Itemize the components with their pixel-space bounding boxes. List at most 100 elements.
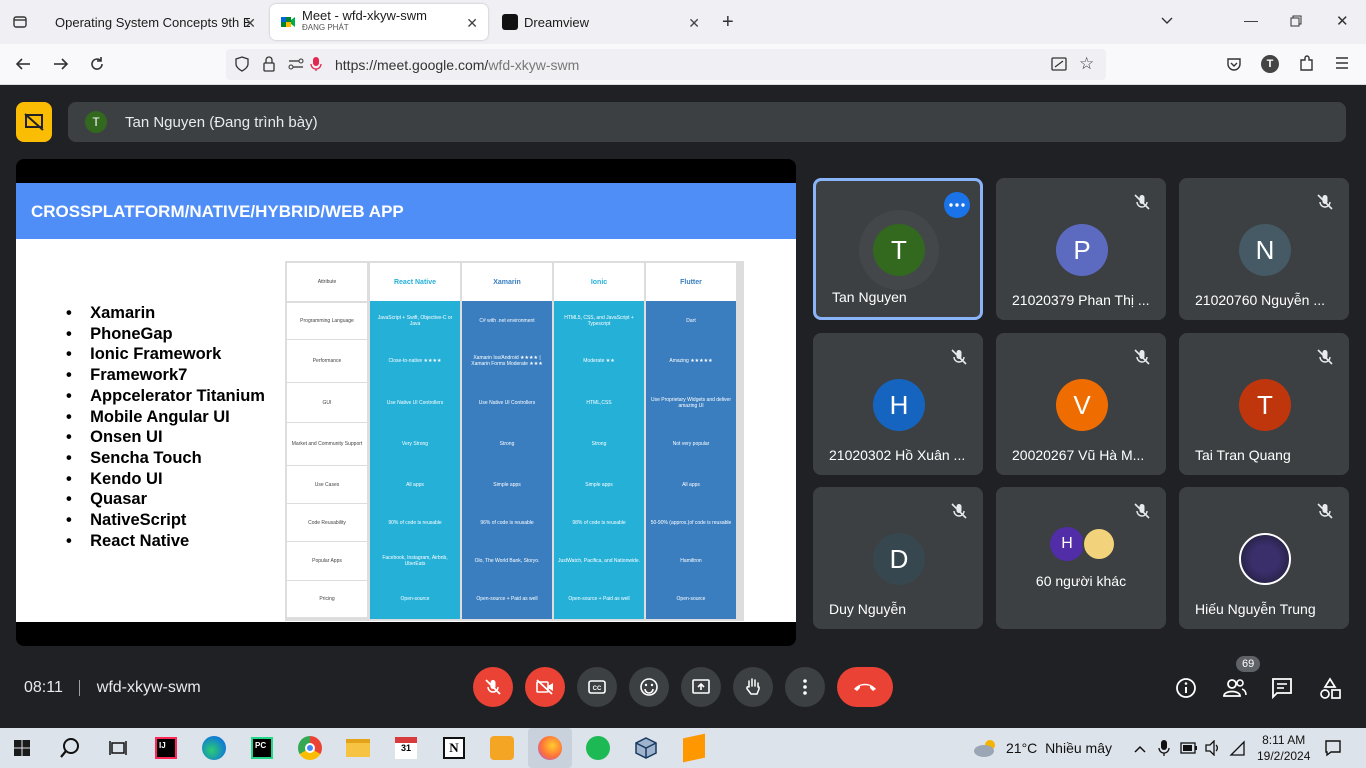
bullet-list: • Xamarin • PhoneGap • Ionic Framework •…: [66, 303, 265, 551]
more-options-icon[interactable]: [944, 192, 970, 218]
tab-subtitle: ĐANG PHÁT: [302, 23, 349, 32]
shield-icon[interactable]: [234, 56, 250, 77]
back-icon[interactable]: [14, 55, 32, 78]
microphone-off-button[interactable]: [473, 667, 513, 707]
battery-icon[interactable]: [1180, 741, 1198, 759]
table-cell: Moderate ★★: [583, 358, 615, 364]
wifi-icon[interactable]: [1228, 740, 1246, 761]
participant-tile[interactable]: V 20020267 Vũ Hà M...: [996, 333, 1166, 475]
meeting-info: 08:11 wfd-xkyw-swm: [24, 679, 201, 697]
meeting-details-icon[interactable]: [1174, 676, 1198, 705]
avatar: [1082, 527, 1116, 561]
table-cell: 90% of code is reusable: [388, 519, 442, 526]
microphone-tray-icon[interactable]: [1158, 739, 1170, 762]
file-explorer-icon[interactable]: [336, 728, 380, 768]
system-clock[interactable]: 8:11 AM 19/2/2024: [1257, 732, 1310, 764]
minimize-icon[interactable]: —: [1244, 12, 1258, 28]
close-icon[interactable]: ✕: [688, 15, 700, 32]
participant-name: 60 người khác: [1035, 573, 1127, 589]
firefox-icon[interactable]: [528, 728, 572, 768]
screen-share-indicator-icon[interactable]: [1051, 57, 1067, 76]
table-cell: Open-source: [676, 596, 706, 602]
search-icon[interactable]: [48, 728, 92, 768]
reactions-button[interactable]: [629, 667, 669, 707]
others-tile[interactable]: H 60 người khác: [996, 487, 1166, 629]
activities-icon[interactable]: [1318, 677, 1342, 706]
participant-tile[interactable]: T Tai Tran Quang: [1179, 333, 1349, 475]
spotify-icon[interactable]: [576, 728, 620, 768]
restore-icon[interactable]: [1290, 14, 1302, 32]
avatar: T: [1239, 379, 1291, 431]
permissions-icon[interactable]: [288, 57, 304, 76]
table-cell: Amazing ★★★★★: [669, 358, 713, 364]
participant-tile[interactable]: N 21020760 Nguyễn ...: [1179, 178, 1349, 320]
table-cell: Very Strong: [401, 441, 429, 447]
list-item: • Xamarin: [66, 304, 156, 322]
window-close-icon[interactable]: ✕: [1336, 12, 1349, 30]
task-view-icon[interactable]: [96, 728, 140, 768]
table-cell: 96% of code is reusable: [480, 519, 534, 526]
avatar: T: [873, 224, 925, 276]
people-icon[interactable]: [1222, 677, 1248, 704]
volume-icon[interactable]: [1204, 739, 1222, 761]
captions-button[interactable]: CC: [577, 667, 617, 707]
pycharm-icon[interactable]: PC: [240, 728, 284, 768]
presentation-stage: CROSSPLATFORM/NATIVE/HYBRID/WEB APP • Xa…: [16, 159, 796, 646]
chat-icon[interactable]: [1270, 677, 1294, 704]
participant-name: 21020302 Hồ Xuân ...: [829, 447, 966, 463]
notification-icon[interactable]: [1324, 739, 1342, 762]
close-icon[interactable]: ✕: [244, 15, 256, 32]
office-icon[interactable]: [480, 728, 524, 768]
chevron-up-icon[interactable]: [1134, 741, 1146, 759]
extensions-icon[interactable]: [1298, 55, 1314, 78]
reload-icon[interactable]: [88, 55, 106, 78]
table-cell: Strong: [591, 441, 607, 447]
windows-start-icon[interactable]: [0, 728, 44, 768]
virtualbox-icon[interactable]: [624, 728, 668, 768]
new-tab-button[interactable]: +: [722, 11, 734, 34]
microphone-active-icon[interactable]: [310, 56, 322, 77]
notion-icon[interactable]: N: [432, 728, 476, 768]
close-icon[interactable]: ✕: [466, 15, 478, 32]
weather-text[interactable]: 21°C Nhiều mây: [1006, 740, 1112, 756]
leave-call-button[interactable]: [837, 667, 893, 707]
participant-tile[interactable]: T Tan Nguyen: [813, 178, 983, 320]
table-row-label: GUI: [287, 383, 367, 422]
pocket-icon[interactable]: [1226, 56, 1242, 77]
edge-icon[interactable]: [192, 728, 236, 768]
participant-tile[interactable]: H 21020302 Hồ Xuân ...: [813, 333, 983, 475]
participant-tile[interactable]: Hiếu Nguyễn Trung: [1179, 487, 1349, 629]
more-options-button[interactable]: [785, 667, 825, 707]
forward-icon[interactable]: [52, 55, 70, 78]
participant-tile[interactable]: D Duy Nguyễn: [813, 487, 983, 629]
chrome-icon[interactable]: [288, 728, 332, 768]
presenter-avatar: T: [85, 111, 107, 133]
account-avatar[interactable]: T: [1261, 55, 1279, 73]
menu-icon[interactable]: [1334, 55, 1350, 76]
camera-off-button[interactable]: [525, 667, 565, 707]
weather-cloud-icon[interactable]: [972, 738, 1000, 763]
tab-meet[interactable]: Meet - wfd-xkyw-swm ĐANG PHÁT ✕: [270, 4, 488, 40]
raise-hand-button[interactable]: [733, 667, 773, 707]
list-tabs-icon[interactable]: [1160, 13, 1174, 32]
participant-tile[interactable]: P 21020379 Phan Thị ...: [996, 178, 1166, 320]
lock-icon[interactable]: [262, 56, 276, 77]
slide-title: CROSSPLATFORM/NATIVE/HYBRID/WEB APP: [31, 202, 404, 221]
muted-mic-icon: [1132, 347, 1152, 367]
sublime-icon[interactable]: [672, 728, 716, 768]
present-button[interactable]: [681, 667, 721, 707]
calendar-icon[interactable]: 31: [384, 728, 428, 768]
tab-overview-icon[interactable]: [0, 0, 40, 44]
bookmark-star-icon[interactable]: ☆: [1079, 54, 1094, 74]
table-cell: JustWatch, Pacifica, and Nationwide.: [557, 558, 641, 564]
tab-dreamview[interactable]: Dreamview ✕: [492, 4, 710, 40]
divider: [79, 679, 81, 696]
tab-operating-system[interactable]: Operating System Concepts 9th Edit ✕: [40, 4, 266, 40]
hang-up-icon: [854, 683, 876, 691]
stop-presenting-icon[interactable]: [16, 102, 52, 142]
muted-mic-icon: [1132, 501, 1152, 521]
url-bar[interactable]: https://meet.google.com/wfd-xkyw-swm ☆: [226, 49, 1106, 80]
intellij-icon[interactable]: IJ: [144, 728, 188, 768]
table-cell: Dart: [686, 318, 696, 324]
muted-mic-icon: [1315, 347, 1335, 367]
